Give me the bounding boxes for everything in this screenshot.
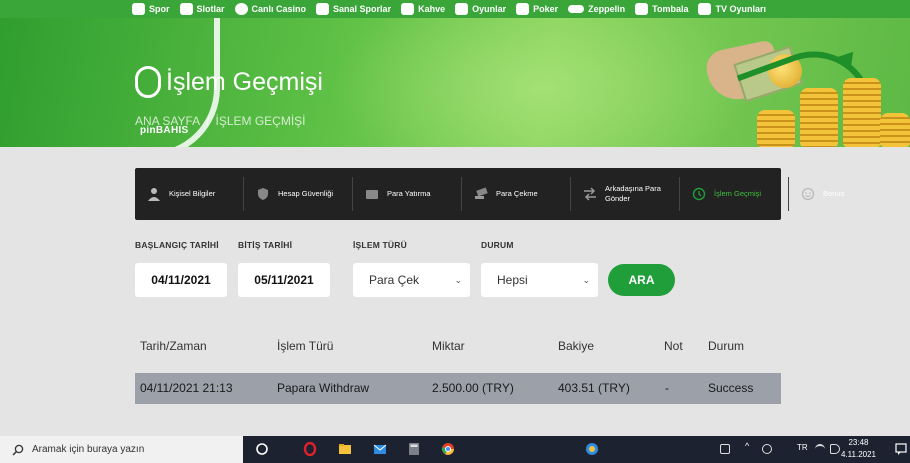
transaction-type-value: Para Çek: [369, 273, 420, 287]
menu-item-personal-info[interactable]: Kişisel Bilgiler: [135, 177, 244, 211]
cell-type: Papara Withdraw: [277, 381, 370, 395]
hero-banner: pinBAHIS İşlem Geçmişi ANA SAYFA / İŞLEM…: [0, 18, 910, 147]
wallet-icon: [366, 190, 378, 199]
menu-item-account-security[interactable]: Hesap Güvenliği: [244, 177, 353, 211]
column-header-amount: Miktar: [432, 339, 465, 353]
transfer-arrows-icon: [584, 187, 596, 201]
tv-icon: [698, 3, 712, 15]
show-hidden-icons-icon[interactable]: ^: [745, 441, 749, 451]
chevron-down-icon: ⌄: [454, 274, 462, 285]
account-menu: Kişisel Bilgiler Hesap Güvenliği Para Ya…: [135, 168, 844, 220]
chrome-browser-icon[interactable]: [441, 442, 455, 456]
bingo-icon: [635, 3, 649, 15]
menu-item-send-money[interactable]: Arkadaşına Para Gönder: [571, 177, 680, 211]
status-select[interactable]: Hepsi ⌄: [481, 263, 598, 297]
slot-machine-icon: [179, 3, 193, 15]
nav-item-oyunlar[interactable]: Oyunlar: [455, 3, 506, 15]
menu-item-withdraw[interactable]: Para Çekme: [462, 177, 571, 211]
end-date-input[interactable]: 05/11/2021: [238, 263, 330, 297]
menu-item-deposit[interactable]: Para Yatırma: [353, 177, 462, 211]
wifi-icon[interactable]: [815, 444, 825, 454]
nav-item-sanal-sporlar[interactable]: Sanal Sporlar: [316, 3, 391, 15]
cell-status: Success: [708, 381, 754, 395]
cell-note: -: [665, 381, 669, 395]
coin-stack-icon: [757, 110, 795, 147]
calculator-icon[interactable]: [407, 442, 421, 456]
column-header-type: İşlem Türü: [277, 339, 334, 353]
nav-item-kahve[interactable]: Kahve: [401, 3, 445, 15]
casino-chip-icon: [234, 3, 248, 15]
taskbar-clock[interactable]: 23:48 4.11.2021: [841, 437, 876, 461]
input-language-indicator[interactable]: TR: [797, 443, 808, 452]
start-date-label: BAŞLANGIÇ TARİHİ: [135, 240, 219, 250]
nav-item-slotlar[interactable]: Slotlar: [179, 3, 225, 15]
column-header-status: Durum: [708, 339, 745, 353]
nav-item-poker[interactable]: Poker: [516, 3, 558, 15]
start-date-input[interactable]: 04/11/2021: [135, 263, 227, 297]
taskbar-search-placeholder: Aramak için buraya yazın: [32, 444, 145, 455]
coin-stack-icon: [880, 113, 910, 147]
keyboard-icon[interactable]: [720, 444, 730, 454]
shield-icon: [258, 188, 268, 200]
history-icon: [692, 187, 706, 201]
table-row: 04/11/2021 21:13 Papara Withdraw 2.500.0…: [135, 373, 781, 404]
column-header-note: Not: [664, 339, 683, 353]
menu-item-transaction-history[interactable]: İşlem Geçmişi: [680, 177, 789, 211]
pin-logo-icon: [135, 66, 161, 98]
poker-icon: [516, 3, 530, 15]
help-icon[interactable]: [585, 442, 599, 456]
smiley-icon: [801, 187, 815, 201]
mail-icon[interactable]: [373, 442, 387, 456]
cell-balance: 403.51 (TRY): [558, 381, 630, 395]
nav-item-spor[interactable]: Spor: [132, 3, 170, 15]
nav-item-zeppelin[interactable]: Zeppelin: [568, 4, 625, 14]
volume-icon[interactable]: [830, 444, 840, 454]
status-value: Hepsi: [497, 273, 528, 287]
coin-stack-icon: [800, 88, 838, 147]
file-explorer-icon[interactable]: [338, 442, 352, 456]
coffee-icon: [401, 3, 415, 15]
virtual-sports-icon: [316, 3, 330, 15]
zeppelin-icon: [568, 5, 585, 13]
top-nav: Spor Slotlar Canlı Casino Sanal Sporlar …: [0, 0, 910, 18]
status-label: DURUM: [481, 240, 514, 250]
end-date-label: BİTİŞ TARİHİ: [238, 240, 293, 250]
page-title: İşlem Geçmişi: [166, 68, 323, 96]
task-view-icon[interactable]: [255, 442, 269, 456]
clock-time: 23:48: [848, 438, 869, 447]
breadcrumb: ANA SAYFA / İŞLEM GEÇMİŞİ: [135, 114, 306, 128]
user-icon: [148, 188, 160, 201]
breadcrumb-current: İŞLEM GEÇMİŞİ: [215, 114, 306, 128]
transaction-type-label: İŞLEM TÜRÜ: [353, 240, 407, 250]
column-header-datetime: Tarih/Zaman: [140, 339, 207, 353]
windows-taskbar: Aramak için buraya yazın: [0, 436, 910, 463]
dice-icon: [455, 3, 469, 15]
taskbar-search-box[interactable]: Aramak için buraya yazın: [0, 436, 243, 463]
menu-item-bonus[interactable]: Bonus: [789, 177, 897, 211]
clock-date: 4.11.2021: [841, 450, 876, 459]
opera-browser-icon[interactable]: [303, 442, 317, 456]
transaction-type-select[interactable]: Para Çek ⌄: [353, 263, 470, 297]
nav-item-canli-casino[interactable]: Canlı Casino: [234, 3, 306, 15]
hero-glow: [330, 18, 750, 147]
nav-item-tv-oyunlari[interactable]: TV Oyunları: [698, 3, 766, 15]
cell-amount: 2.500.00 (TRY): [432, 381, 514, 395]
breadcrumb-home[interactable]: ANA SAYFA: [135, 114, 200, 128]
breadcrumb-separator: /: [206, 114, 210, 128]
column-header-balance: Bakiye: [558, 339, 595, 353]
search-icon: [12, 444, 24, 456]
cell-datetime: 04/11/2021 21:13: [140, 381, 233, 395]
table-header: Tarih/Zaman İşlem Türü Miktar Bakiye Not…: [135, 330, 781, 362]
search-button[interactable]: ARA: [608, 264, 675, 296]
meet-now-icon[interactable]: [762, 444, 772, 454]
notifications-icon[interactable]: [894, 442, 908, 456]
nav-item-tombala[interactable]: Tombala: [635, 3, 688, 15]
chevron-down-icon: ⌄: [582, 274, 590, 285]
cash-hand-icon: [475, 187, 488, 199]
soccer-ball-icon: [132, 3, 145, 15]
coin-stack-icon: [843, 78, 881, 147]
